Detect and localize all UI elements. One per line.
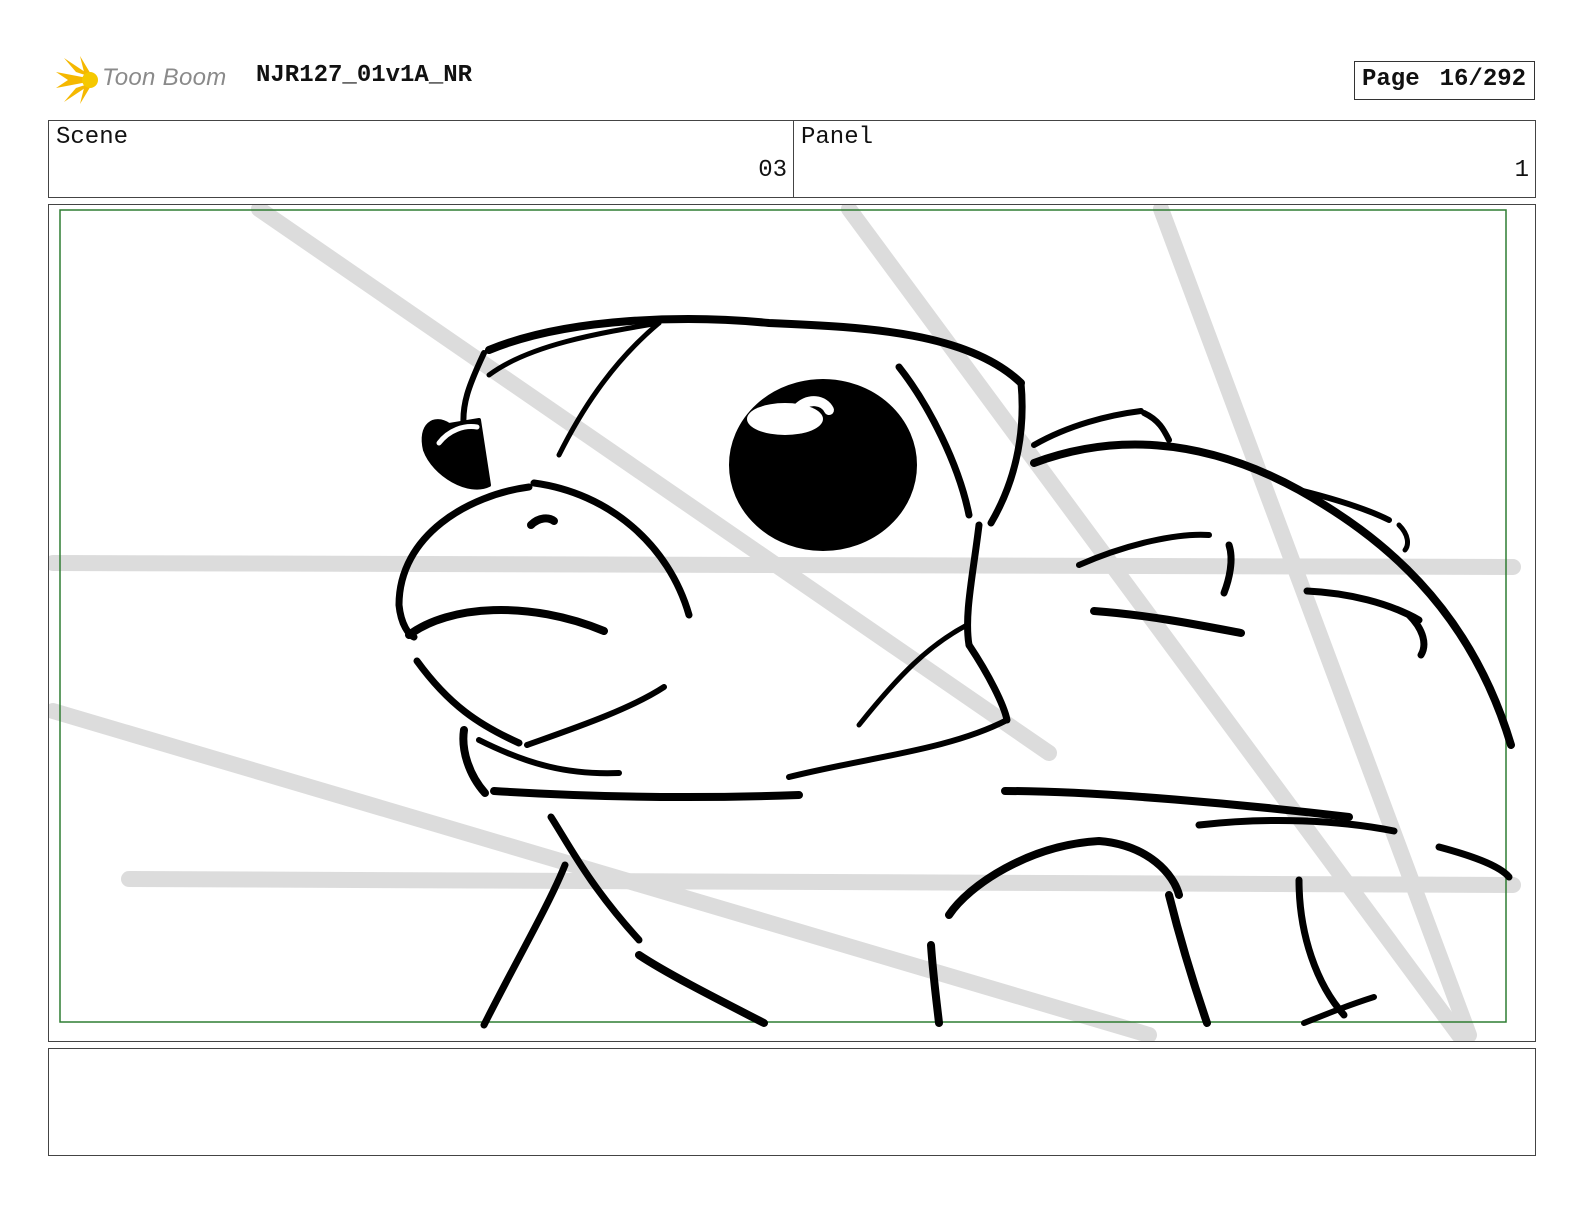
document-title: NJR127_01v1A_NR — [256, 62, 473, 89]
scene-panel-row: Scene 03 Panel 1 — [48, 120, 1536, 198]
sunburst-icon — [56, 56, 98, 104]
scene-label: Scene — [56, 124, 129, 151]
sketch-drawing — [49, 205, 1521, 1041]
safe-area-frame — [59, 209, 1507, 1023]
storyboard-panel-frame — [48, 204, 1536, 1042]
toon-boom-logo: Toon Boom — [50, 54, 240, 106]
scene-cell: Scene 03 — [49, 121, 794, 197]
notes-box — [48, 1048, 1536, 1156]
page-indicator: Page 16/292 — [1354, 61, 1535, 100]
page-label: Page — [1362, 66, 1420, 93]
guide-lines — [49, 205, 1521, 1041]
panel-label: Panel — [801, 124, 874, 151]
panel-cell: Panel 1 — [794, 121, 1535, 197]
panel-value: 1 — [1514, 157, 1529, 184]
logo-text: Toon Boom — [102, 64, 227, 91]
scene-value: 03 — [758, 157, 787, 184]
page-number: 16/292 — [1439, 66, 1527, 93]
